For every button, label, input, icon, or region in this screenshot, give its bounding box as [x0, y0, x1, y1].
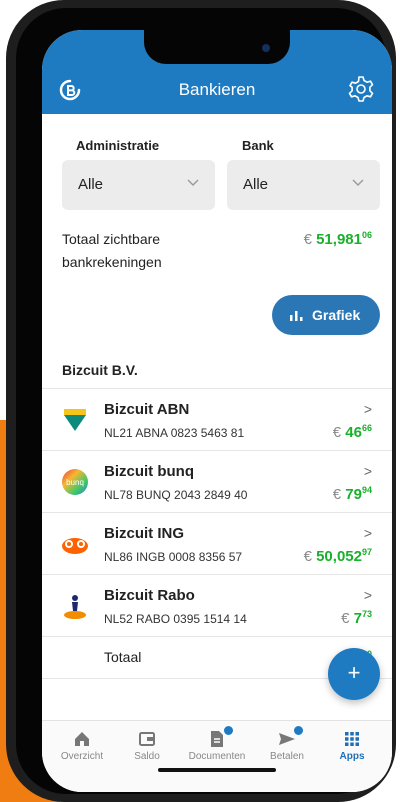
total-visible-amount: € 51,98106: [303, 230, 372, 248]
company-heading: Bizcuit B.V.: [62, 362, 138, 378]
administratie-label: Administratie: [76, 138, 160, 153]
bank-value: Alle: [243, 176, 269, 193]
chevron-down-icon: [352, 179, 364, 186]
apps-grid-icon: [345, 732, 359, 746]
administratie-select[interactable]: Alle: [62, 160, 215, 210]
bunq-icon: bunq: [62, 469, 88, 495]
account-list: Bizcuit ABN NL21 ABNA 0823 5463 81 > € 4…: [42, 388, 392, 679]
account-row-abn[interactable]: Bizcuit ABN NL21 ABNA 0823 5463 81 > € 4…: [42, 389, 392, 451]
add-button[interactable]: +: [328, 648, 380, 700]
total-visible-label: Totaal zichtbare bankrekeningen: [62, 231, 162, 270]
home-indicator: [158, 768, 276, 772]
chevron-right-icon: >: [363, 401, 372, 417]
account-row-ing[interactable]: Bizcuit ING NL86 INGB 0008 8356 57 > € 5…: [42, 513, 392, 575]
chevron-right-icon: >: [363, 525, 372, 541]
tab-documenten[interactable]: Documenten: [182, 726, 252, 762]
wallet-icon: [139, 732, 155, 746]
bottom-tab-bar: Overzicht Saldo Documenten Betalen Apps: [42, 720, 392, 792]
chevron-right-icon: >: [363, 587, 372, 603]
settings-gear-icon[interactable]: [346, 74, 376, 104]
notification-dot: [224, 726, 233, 735]
ing-lion-icon: [62, 538, 88, 554]
administratie-value: Alle: [78, 176, 104, 193]
tab-betalen[interactable]: Betalen: [252, 726, 322, 762]
bank-label: Bank: [242, 138, 274, 153]
bank-select[interactable]: Alle: [227, 160, 380, 210]
account-row-rabo[interactable]: Bizcuit Rabo NL52 RABO 0395 1514 14 > € …: [42, 575, 392, 637]
rabobank-icon: [64, 595, 86, 619]
page-title: Bankieren: [178, 80, 256, 99]
bar-chart-icon: [290, 311, 303, 321]
tab-overzicht[interactable]: Overzicht: [47, 729, 117, 762]
home-icon: [75, 732, 89, 746]
chevron-right-icon: >: [363, 463, 372, 479]
app-screen: Bankieren Administratie Bank Alle Alle T…: [42, 30, 392, 792]
chevron-down-icon: [187, 179, 199, 186]
tab-apps[interactable]: Apps: [317, 729, 387, 762]
phone-frame: Bankieren Administratie Bank Alle Alle T…: [6, 0, 396, 802]
account-row-bunq[interactable]: bunq Bizcuit bunq NL78 BUNQ 2043 2849 40…: [42, 451, 392, 513]
notification-dot: [294, 726, 303, 735]
svg-text:bunq: bunq: [66, 478, 84, 487]
abn-amro-icon: [64, 409, 86, 431]
tab-saldo[interactable]: Saldo: [112, 729, 182, 762]
grafiek-button[interactable]: Grafiek: [272, 295, 380, 335]
